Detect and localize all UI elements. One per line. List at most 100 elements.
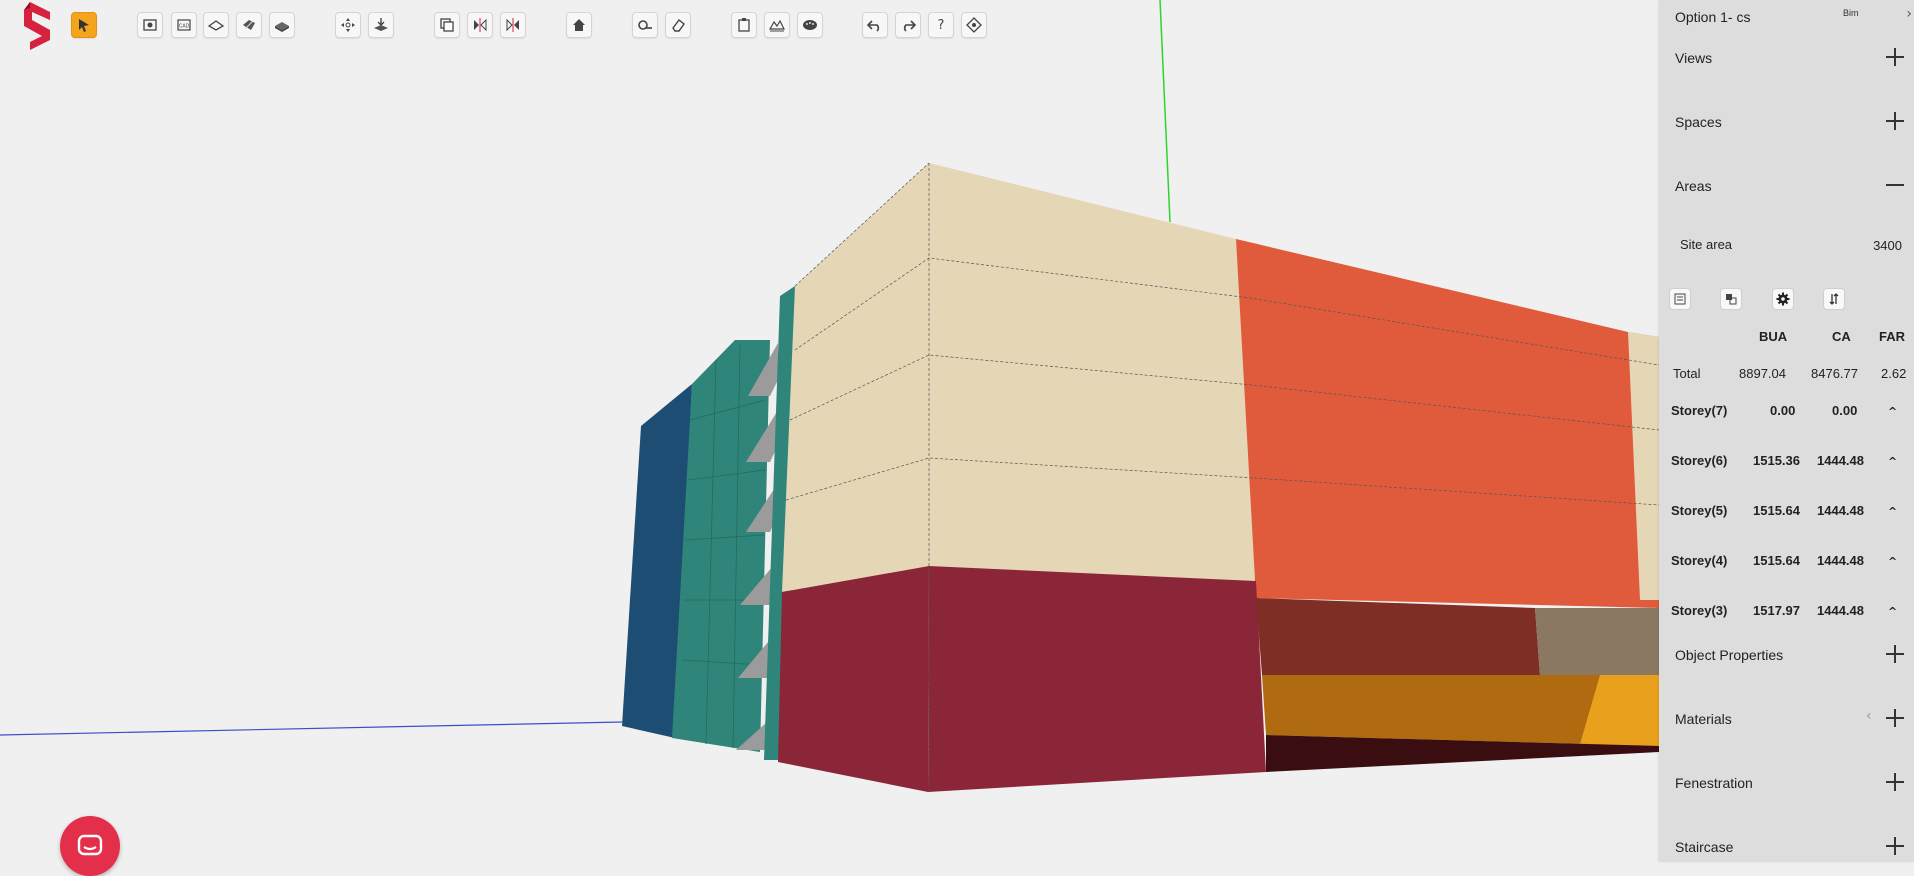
help-button[interactable]: ? xyxy=(928,12,954,38)
area-report-button[interactable] xyxy=(1669,288,1691,310)
storey-ca: 1444.48 xyxy=(1817,503,1864,518)
storey-bua: 0.00 xyxy=(1770,403,1796,418)
storey-label: Storey(5) xyxy=(1671,503,1728,518)
orange-facade xyxy=(1236,239,1659,608)
view-settings-icon xyxy=(966,17,982,33)
storey-label: Storey(3) xyxy=(1671,603,1728,618)
storey-toggle-icon[interactable]: ^ xyxy=(1888,505,1897,518)
settings-view-button[interactable] xyxy=(961,12,987,38)
measure-button[interactable] xyxy=(632,12,658,38)
site-area-value[interactable]: 3400 xyxy=(1873,238,1902,253)
storey-toggle-icon[interactable]: ^ xyxy=(1888,405,1897,418)
import-image-button[interactable] xyxy=(137,12,163,38)
terrain-button[interactable] xyxy=(764,12,790,38)
chat-support-button[interactable] xyxy=(60,816,120,876)
copy-icon xyxy=(440,18,454,32)
3d-viewport[interactable] xyxy=(0,0,1914,862)
total-label: Total xyxy=(1673,366,1701,381)
collapse-panel-icon[interactable]: › xyxy=(1906,6,1912,22)
expand-spaces-icon[interactable] xyxy=(1886,112,1904,130)
polygon-icon xyxy=(243,20,255,30)
header-bua: BUA xyxy=(1759,329,1788,344)
area-layers-button[interactable] xyxy=(1720,288,1742,310)
section-spaces[interactable]: Spaces xyxy=(1675,114,1722,130)
redo-icon xyxy=(903,20,916,32)
area-settings-button[interactable] xyxy=(1772,288,1794,310)
mirror-icon xyxy=(474,18,487,32)
report-icon xyxy=(1674,293,1686,305)
site-area-label: Site area xyxy=(1680,237,1733,252)
paint-icon xyxy=(803,20,817,30)
section-fenestration[interactable]: Fenestration xyxy=(1675,775,1753,791)
expand-views-icon[interactable] xyxy=(1886,48,1904,66)
gear-icon xyxy=(1776,292,1790,306)
layers-icon xyxy=(1726,294,1737,305)
section-areas[interactable]: Areas xyxy=(1675,178,1712,194)
section-staircase[interactable]: Staircase xyxy=(1675,839,1733,855)
storey-bua: 1515.64 xyxy=(1753,553,1800,568)
image-import-icon xyxy=(143,19,157,31)
building-model[interactable] xyxy=(0,0,1914,862)
import-cad-button[interactable]: CAD xyxy=(171,12,197,38)
area-sort-button[interactable] xyxy=(1823,288,1845,310)
storey-bua: 1515.64 xyxy=(1753,503,1800,518)
undercroft-grey xyxy=(1535,608,1659,675)
storey-ca: 0.00 xyxy=(1832,403,1858,418)
storey-ca: 1444.48 xyxy=(1817,603,1864,618)
move-button[interactable] xyxy=(335,12,361,38)
total-ca: 8476.77 xyxy=(1811,366,1858,381)
snaptrude-logo[interactable] xyxy=(10,0,54,52)
chevron-left-icon[interactable]: ‹ xyxy=(1866,708,1872,724)
storey-label: Storey(7) xyxy=(1671,403,1728,418)
crimson-base-right xyxy=(928,566,1266,792)
design-option-title[interactable]: Option 1- cs xyxy=(1675,9,1750,25)
help-icon: ? xyxy=(937,17,945,33)
header-far: FAR xyxy=(1879,329,1905,344)
undercroft-brown xyxy=(1256,598,1540,675)
expand-materials-icon[interactable] xyxy=(1886,709,1904,727)
y-axis-line xyxy=(1159,0,1171,223)
undo-button[interactable] xyxy=(862,12,888,38)
section-views[interactable]: Views xyxy=(1675,50,1712,66)
storey-toggle-icon[interactable]: ^ xyxy=(1888,555,1897,568)
storey-ca: 1444.48 xyxy=(1817,453,1864,468)
copy-paste-button[interactable] xyxy=(731,12,757,38)
total-far: 2.62 xyxy=(1881,366,1907,381)
plane-icon xyxy=(208,20,224,31)
beige-facade-right xyxy=(929,163,1256,581)
mirror-y-button[interactable] xyxy=(500,12,526,38)
storey-toggle-icon[interactable]: ^ xyxy=(1888,455,1897,468)
storey-bua: 1515.36 xyxy=(1753,453,1800,468)
right-side-panel: Option 1- cs Bim › Views Spaces Areas Si… xyxy=(1659,0,1914,862)
draw-polygon-button[interactable] xyxy=(236,12,262,38)
draw-plane-button[interactable] xyxy=(203,12,229,38)
draw-slab-button[interactable] xyxy=(269,12,295,38)
redo-button[interactable] xyxy=(895,12,921,38)
clipboard-icon xyxy=(738,18,750,32)
select-tool-button[interactable] xyxy=(71,12,97,38)
collapse-areas-icon[interactable] xyxy=(1886,176,1904,194)
sort-icon xyxy=(1829,293,1839,305)
material-paint-button[interactable] xyxy=(797,12,823,38)
expand-staircase-icon[interactable] xyxy=(1886,837,1904,855)
chat-icon xyxy=(77,834,103,856)
mirror-x-button[interactable] xyxy=(467,12,493,38)
expand-fenestration-icon[interactable] xyxy=(1886,773,1904,791)
section-object-properties[interactable]: Object Properties xyxy=(1675,647,1783,663)
storey-ca: 1444.48 xyxy=(1817,553,1864,568)
undo-icon xyxy=(867,20,880,32)
svg-text:CAD: CAD xyxy=(179,24,190,30)
bim-label[interactable]: Bim xyxy=(1843,8,1859,18)
tape-measure-icon xyxy=(638,20,652,30)
home-icon xyxy=(573,19,585,31)
copy-button[interactable] xyxy=(434,12,460,38)
section-materials[interactable]: Materials xyxy=(1675,711,1732,727)
eraser-button[interactable] xyxy=(665,12,691,38)
storey-toggle-icon[interactable]: ^ xyxy=(1888,605,1897,618)
home-view-button[interactable] xyxy=(566,12,592,38)
terrain-icon xyxy=(769,19,785,32)
push-pull-button[interactable] xyxy=(368,12,394,38)
slab-icon xyxy=(275,22,289,32)
expand-object-properties-icon[interactable] xyxy=(1886,645,1904,663)
storey-label: Storey(6) xyxy=(1671,453,1728,468)
